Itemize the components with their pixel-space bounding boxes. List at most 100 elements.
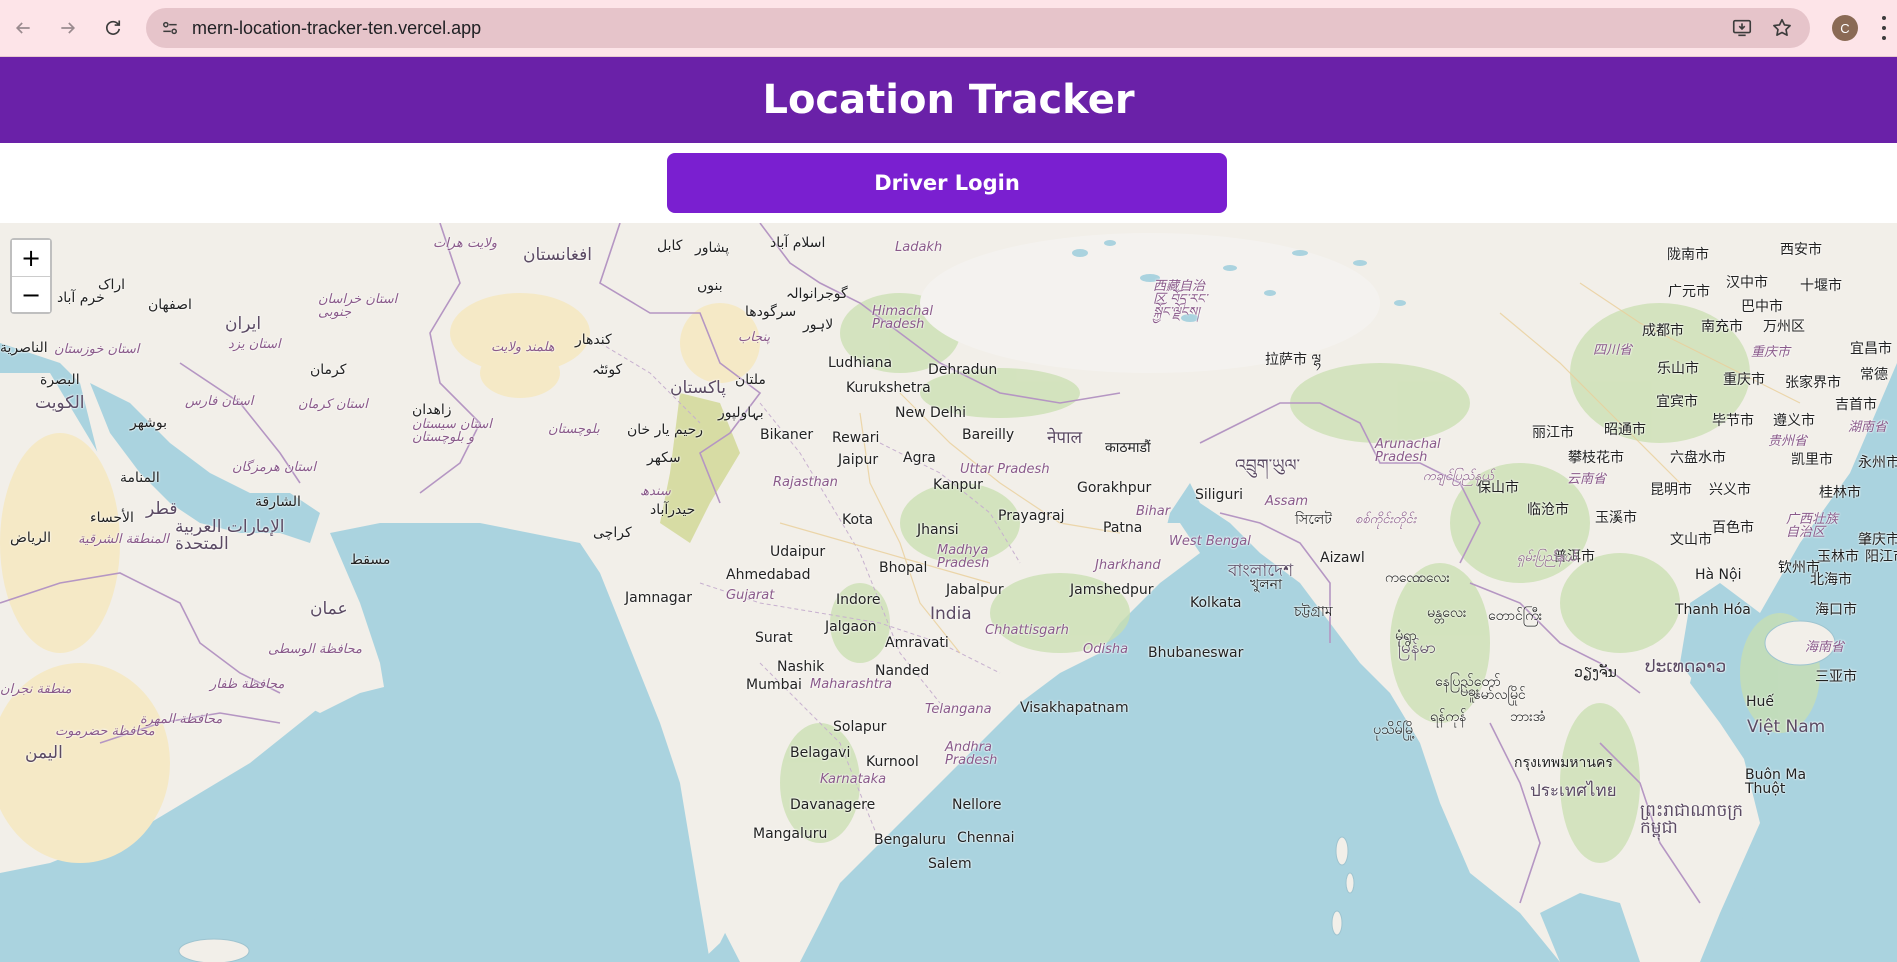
map-label-buon-ma-thuot: Buôn Ma Thuột bbox=[1745, 767, 1807, 797]
map-label-bushehr: بوشهر bbox=[130, 415, 168, 431]
map-label-prayagraj: Prayagraj bbox=[998, 508, 1065, 524]
map-label-new-delhi: New Delhi bbox=[895, 405, 967, 421]
map-label-rajasthan: Rajasthan bbox=[773, 475, 838, 490]
map-label-kurnool: Kurnool bbox=[866, 754, 919, 770]
map-label-bengaluru: Bengaluru bbox=[874, 832, 946, 848]
map-label-nasiriyah: الناصرية bbox=[0, 340, 48, 356]
map-label-sukkur: سکھر bbox=[647, 450, 681, 466]
map-label-taunggyi: တောင်ကြီး bbox=[1488, 608, 1543, 624]
map-label-shan: ရှမ်းပြည်နယ် bbox=[1517, 550, 1577, 565]
driver-login-button[interactable]: Driver Login bbox=[667, 153, 1227, 213]
map-label-oman: عمان bbox=[310, 599, 348, 619]
map-label-telangana: Telangana bbox=[925, 702, 992, 717]
map-label-jalgaon: Jalgaon bbox=[825, 619, 877, 635]
address-bar[interactable]: mern-location-tracker-ten.vercel.app bbox=[146, 8, 1810, 48]
map-label-yazd-prov: استان یزد bbox=[228, 337, 281, 352]
map-label-haikou: 海口市 bbox=[1815, 602, 1857, 618]
map-label-bareilly: Bareilly bbox=[962, 427, 1015, 443]
map-label-kachin: ကချင်ပြည်နယ် bbox=[1423, 469, 1494, 484]
map-label-patna: Patna bbox=[1103, 520, 1143, 536]
map-label-bazhong: 巴中市 bbox=[1741, 299, 1783, 315]
map-label-chhattisgarh: Chhattisgarh bbox=[985, 623, 1069, 638]
map-label-lahore: لاہور bbox=[803, 317, 834, 333]
zoom-control: + − bbox=[10, 238, 52, 314]
map-label-hainan: 海南省 bbox=[1805, 640, 1845, 655]
map-label-cambodia: ព្រះរាជាណាចក្រ កម្ពុជា bbox=[1640, 801, 1744, 838]
bookmark-star-icon[interactable] bbox=[1770, 16, 1794, 40]
map-label-yibin: 宜宾市 bbox=[1656, 394, 1698, 410]
map-label-chongqing: 重庆市 bbox=[1723, 372, 1765, 388]
map-label-chennai: Chennai bbox=[957, 830, 1015, 846]
zoom-out-button[interactable]: − bbox=[12, 276, 50, 312]
map-label-mangaluru: Mangaluru bbox=[753, 826, 828, 842]
map-label-herat-prov: ولایت هرات bbox=[433, 236, 498, 251]
map-label-ahsa: الأحساء bbox=[90, 510, 134, 526]
map-label-bihar: Bihar bbox=[1136, 504, 1171, 519]
map-label-iran: ایران bbox=[225, 314, 262, 334]
map-label-nepal: नेपाल bbox=[1047, 428, 1083, 448]
map-label-assam: Assam bbox=[1265, 494, 1309, 509]
map-label-bago: ပဲခူး bbox=[1460, 684, 1480, 700]
site-info-icon[interactable] bbox=[156, 14, 184, 42]
map-label-surat: Surat bbox=[755, 630, 793, 646]
map-label-madhya-pradesh: Madhya Pradesh bbox=[937, 543, 990, 571]
map-label-india: India bbox=[930, 604, 972, 624]
map-label-khorasan-s: استان خراسان جنوبی bbox=[318, 292, 398, 320]
map-label-rewari: Rewari bbox=[832, 430, 880, 446]
map-label-mawlaik: ကလေး bbox=[1412, 570, 1450, 586]
forward-arrow-icon[interactable] bbox=[52, 12, 84, 44]
map-view[interactable]: + − Ladakh Himachal Pradesh Ludhiana Dehrad… bbox=[0, 223, 1897, 962]
zoom-in-button[interactable]: + bbox=[12, 240, 50, 276]
map-label-indore: Indore bbox=[836, 592, 881, 608]
map-label-kota: Kota bbox=[842, 512, 874, 528]
map-label-bikaner: Bikaner bbox=[760, 427, 814, 443]
map-label-maharashtra: Maharashtra bbox=[810, 677, 893, 692]
map-label-kunming: 昆明市 bbox=[1650, 482, 1692, 498]
map-label-ladakh: Ladakh bbox=[895, 240, 943, 255]
map-label-agra: Agra bbox=[903, 450, 936, 466]
map-label-balochistan: بلوچستان bbox=[548, 422, 600, 437]
map-label-bannu: بنوں bbox=[697, 278, 723, 294]
map-label-yichang: 宜昌市 bbox=[1850, 341, 1892, 357]
install-app-icon[interactable] bbox=[1730, 16, 1754, 40]
reload-icon[interactable] bbox=[97, 12, 129, 44]
map-label-wusta: محافظة الوسطى bbox=[268, 642, 362, 657]
map-label-lijiang: 丽江市 bbox=[1532, 425, 1574, 441]
map-label-panzhihua: 攀枝花市 bbox=[1568, 450, 1624, 466]
map-label-andhra-pradesh: Andhra Pradesh bbox=[945, 740, 998, 768]
map-label-thanh-hoa: Thanh Hóa bbox=[1675, 602, 1751, 618]
url-text[interactable]: mern-location-tracker-ten.vercel.app bbox=[192, 18, 481, 39]
map-label-sargodha: سرگودھا bbox=[745, 304, 797, 320]
map-label-karachi: کراچی bbox=[593, 525, 632, 541]
map-label-monywa: မုံရွာ bbox=[1395, 628, 1417, 644]
map-label-arunachal: Arunachal Pradesh bbox=[1375, 437, 1441, 465]
map-label-hormozgan: استان هرمزگان bbox=[232, 460, 316, 475]
map-label-siliguri: Siliguri bbox=[1195, 487, 1243, 503]
kebab-menu-icon[interactable] bbox=[1878, 16, 1890, 40]
map-label-pakistan: پاکستان bbox=[670, 378, 726, 398]
map-label-kerman: کرمان bbox=[310, 362, 347, 378]
map-label-hyderabad: حیدرآباد bbox=[650, 502, 696, 518]
map-label-laos: ປະເທດລາວ bbox=[1645, 657, 1727, 677]
map-label-jhansi: Jhansi bbox=[917, 522, 959, 538]
map-label-riyadh: الرياض bbox=[10, 530, 51, 546]
map-label-wenshan: 文山市 bbox=[1670, 532, 1712, 548]
map-label-jamshedpur: Jamshedpur bbox=[1070, 582, 1154, 598]
back-arrow-icon[interactable] bbox=[7, 12, 39, 44]
map-label-bhubaneswar: Bhubaneswar bbox=[1148, 645, 1244, 661]
profile-avatar[interactable]: C bbox=[1832, 15, 1858, 41]
map-label-zahedan: زاهدان bbox=[412, 402, 452, 418]
map-label-himachal: Himachal Pradesh bbox=[872, 304, 933, 332]
map-label-afghanistan: افغانستان bbox=[523, 245, 592, 265]
map-label-karnataka: Karnataka bbox=[820, 772, 887, 787]
map-label-kandahar: کندهار bbox=[575, 332, 612, 348]
map-label-qatar: قطر bbox=[146, 499, 178, 519]
map-label-khuzestan: استان خوزستان bbox=[54, 342, 140, 357]
map-label-punjab: پنجاب bbox=[738, 330, 771, 345]
map-label-vietnam: Việt Nam bbox=[1747, 717, 1826, 737]
map-label-hanzhong: 汉中市 bbox=[1726, 275, 1768, 291]
map-label-zunyi: 遵义市 bbox=[1773, 413, 1815, 429]
app-header: Location Tracker bbox=[0, 57, 1897, 143]
map-label-muscat: مسقط bbox=[350, 552, 391, 568]
map-label-quetta: کوئٹہ bbox=[592, 362, 623, 378]
